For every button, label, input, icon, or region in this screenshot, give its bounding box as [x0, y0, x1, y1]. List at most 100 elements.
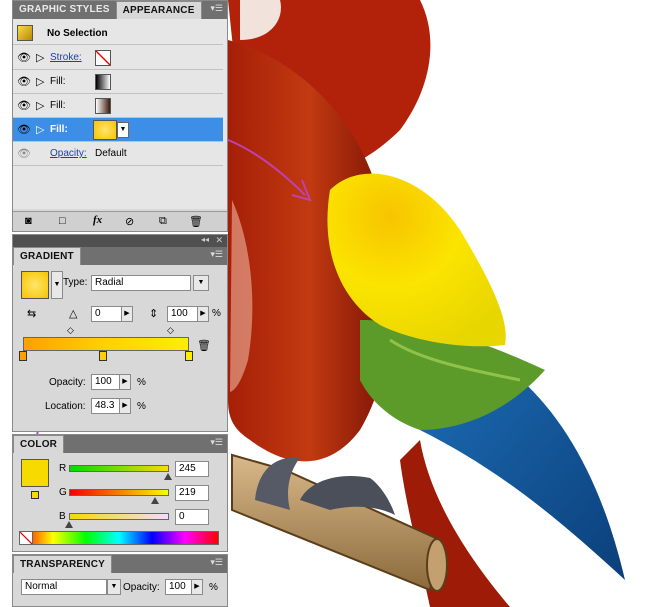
- expand-triangle-icon[interactable]: ▷: [36, 51, 44, 64]
- angle-input[interactable]: 0: [91, 306, 123, 322]
- gradient-swatch-dropdown[interactable]: ▼: [51, 271, 63, 299]
- gradient-swatch[interactable]: [21, 271, 49, 299]
- trash-icon[interactable]: 🗑: [197, 339, 211, 352]
- expand-triangle-icon[interactable]: ▷: [36, 99, 44, 112]
- b-slider-thumb[interactable]: [65, 521, 73, 528]
- g-slider-thumb[interactable]: [151, 497, 159, 504]
- fill-1-label: Fill:: [50, 76, 66, 87]
- eye-icon[interactable]: 👁: [17, 75, 31, 88]
- collapse-icon[interactable]: ◂◂: [201, 235, 209, 244]
- appearance-row-opacity[interactable]: 👁 Opacity: Default: [13, 142, 223, 166]
- duplicate-item-icon[interactable]: ⧉: [159, 215, 167, 228]
- stop-opacity-input[interactable]: 100: [91, 374, 121, 390]
- g-input[interactable]: 219: [175, 485, 209, 501]
- transparency-opacity-input[interactable]: 100: [165, 579, 193, 595]
- type-dropdown-arrow[interactable]: ▼: [193, 275, 209, 291]
- appearance-row-fill-3-selected[interactable]: 👁 ▷ Fill: ▼: [13, 118, 223, 142]
- panel-menu-icon[interactable]: ▾☰: [210, 249, 223, 260]
- midpoint-diamond-left[interactable]: ◇: [67, 325, 74, 336]
- transparency-opacity-label: Opacity:: [123, 582, 160, 593]
- tab-transparency[interactable]: TRANSPARENCY: [13, 555, 112, 573]
- r-slider-thumb[interactable]: [164, 473, 172, 480]
- reverse-gradient-icon[interactable]: ⇆: [27, 307, 36, 320]
- transparency-tabbar: TRANSPARENCY ▾☰: [13, 555, 227, 573]
- selection-thumbnail: [17, 25, 33, 41]
- aspect-ratio-unit: %: [212, 308, 221, 319]
- r-label: R: [59, 463, 67, 474]
- gradient-slider[interactable]: [23, 337, 189, 351]
- transparency-opacity-unit: %: [209, 582, 218, 593]
- g-slider[interactable]: [69, 489, 169, 496]
- angle-icon: △: [69, 308, 78, 320]
- none-color-icon[interactable]: [19, 531, 33, 545]
- appearance-row-fill-2[interactable]: 👁 ▷ Fill:: [13, 94, 223, 118]
- expand-triangle-icon[interactable]: ▷: [36, 123, 44, 136]
- blend-mode-select[interactable]: Normal: [21, 579, 107, 595]
- panel-menu-icon[interactable]: ▾☰: [210, 437, 223, 448]
- location-unit: %: [137, 401, 146, 412]
- eye-icon[interactable]: 👁: [17, 147, 31, 160]
- fx-icon[interactable]: fx: [93, 214, 102, 226]
- color-swatch-indicator: [31, 491, 39, 499]
- color-fill-swatch[interactable]: [21, 459, 49, 487]
- midpoint-diamond-right[interactable]: ◇: [167, 325, 174, 336]
- angle-dropdown-arrow[interactable]: ▶: [121, 306, 133, 322]
- appearance-row-fill-1[interactable]: 👁 ▷ Fill:: [13, 70, 223, 94]
- tab-color[interactable]: COLOR: [13, 435, 65, 453]
- tab-graphic-styles[interactable]: GRAPHIC STYLES: [13, 1, 116, 19]
- panel-menu-icon[interactable]: ▾☰: [210, 557, 223, 568]
- opacity-value: Default: [95, 148, 127, 159]
- color-spectrum-bar[interactable]: [19, 531, 219, 545]
- aspect-ratio-arrow[interactable]: ▶: [197, 306, 209, 322]
- appearance-title: No Selection: [47, 28, 108, 39]
- transparency-opacity-arrow[interactable]: ▶: [191, 579, 203, 595]
- fill-2-label: Fill:: [50, 100, 66, 111]
- location-label: Location:: [45, 401, 86, 412]
- aspect-ratio-icon: ⇕: [149, 308, 159, 320]
- r-input[interactable]: 245: [175, 461, 209, 477]
- appearance-header-row: No Selection: [13, 21, 223, 45]
- color-tabbar: COLOR ▾☰: [13, 435, 227, 453]
- appearance-row-stroke[interactable]: 👁 ▷ Stroke:: [13, 46, 223, 70]
- color-stop-right[interactable]: [185, 351, 193, 361]
- stop-opacity-label: Opacity:: [49, 377, 86, 388]
- expand-triangle-icon[interactable]: ▷: [36, 75, 44, 88]
- eye-icon[interactable]: 👁: [17, 51, 31, 64]
- fill-1-swatch[interactable]: [95, 74, 111, 90]
- new-art-maintains-appearance-icon[interactable]: ◙: [25, 215, 32, 227]
- clear-appearance-icon[interactable]: ⊘: [125, 215, 134, 228]
- transparency-panel: TRANSPARENCY ▾☰ Normal ▼ Opacity: 100 ▶ …: [12, 554, 228, 607]
- color-stop-middle[interactable]: [99, 351, 107, 361]
- fill-2-swatch[interactable]: [95, 98, 111, 114]
- close-icon[interactable]: ✕: [215, 235, 223, 246]
- aspect-ratio-input[interactable]: 100: [167, 306, 199, 322]
- gradient-tabbar: GRADIENT ▾☰: [13, 247, 227, 265]
- location-arrow[interactable]: ▶: [119, 398, 131, 414]
- stop-opacity-unit: %: [137, 377, 146, 388]
- b-slider[interactable]: [69, 513, 169, 520]
- appearance-footer: ◙ □ fx ⊘ ⧉ 🗑: [13, 211, 227, 231]
- appearance-tabbar: GRAPHIC STYLES APPEARANCE ▾☰: [13, 1, 227, 19]
- color-stop-left[interactable]: [19, 351, 27, 361]
- blend-mode-arrow[interactable]: ▼: [107, 579, 121, 595]
- stop-opacity-arrow[interactable]: ▶: [119, 374, 131, 390]
- type-label: Type:: [63, 277, 88, 288]
- fill-3-swatch[interactable]: [93, 120, 117, 140]
- tab-gradient[interactable]: GRADIENT: [13, 247, 81, 265]
- r-slider[interactable]: [69, 465, 169, 472]
- eye-icon[interactable]: 👁: [17, 99, 31, 112]
- tab-appearance[interactable]: APPEARANCE: [115, 1, 202, 19]
- b-input[interactable]: 0: [175, 509, 209, 525]
- new-art-basic-appearance-icon[interactable]: □: [59, 215, 66, 227]
- panel-menu-icon[interactable]: ▾☰: [210, 3, 223, 14]
- gradient-panel-titlebar: ◂◂ ✕: [13, 235, 227, 247]
- stroke-label[interactable]: Stroke:: [50, 52, 82, 63]
- opacity-label[interactable]: Opacity:: [50, 148, 87, 159]
- chevron-down-icon[interactable]: ▼: [117, 122, 129, 138]
- stroke-swatch[interactable]: [95, 50, 111, 66]
- trash-icon[interactable]: 🗑: [189, 215, 203, 228]
- location-input[interactable]: 48.3: [91, 398, 121, 414]
- eye-icon[interactable]: 👁: [17, 123, 31, 136]
- type-select[interactable]: Radial: [91, 275, 191, 291]
- color-panel: COLOR ▾☰ R 245 G 219 B 0: [12, 434, 228, 552]
